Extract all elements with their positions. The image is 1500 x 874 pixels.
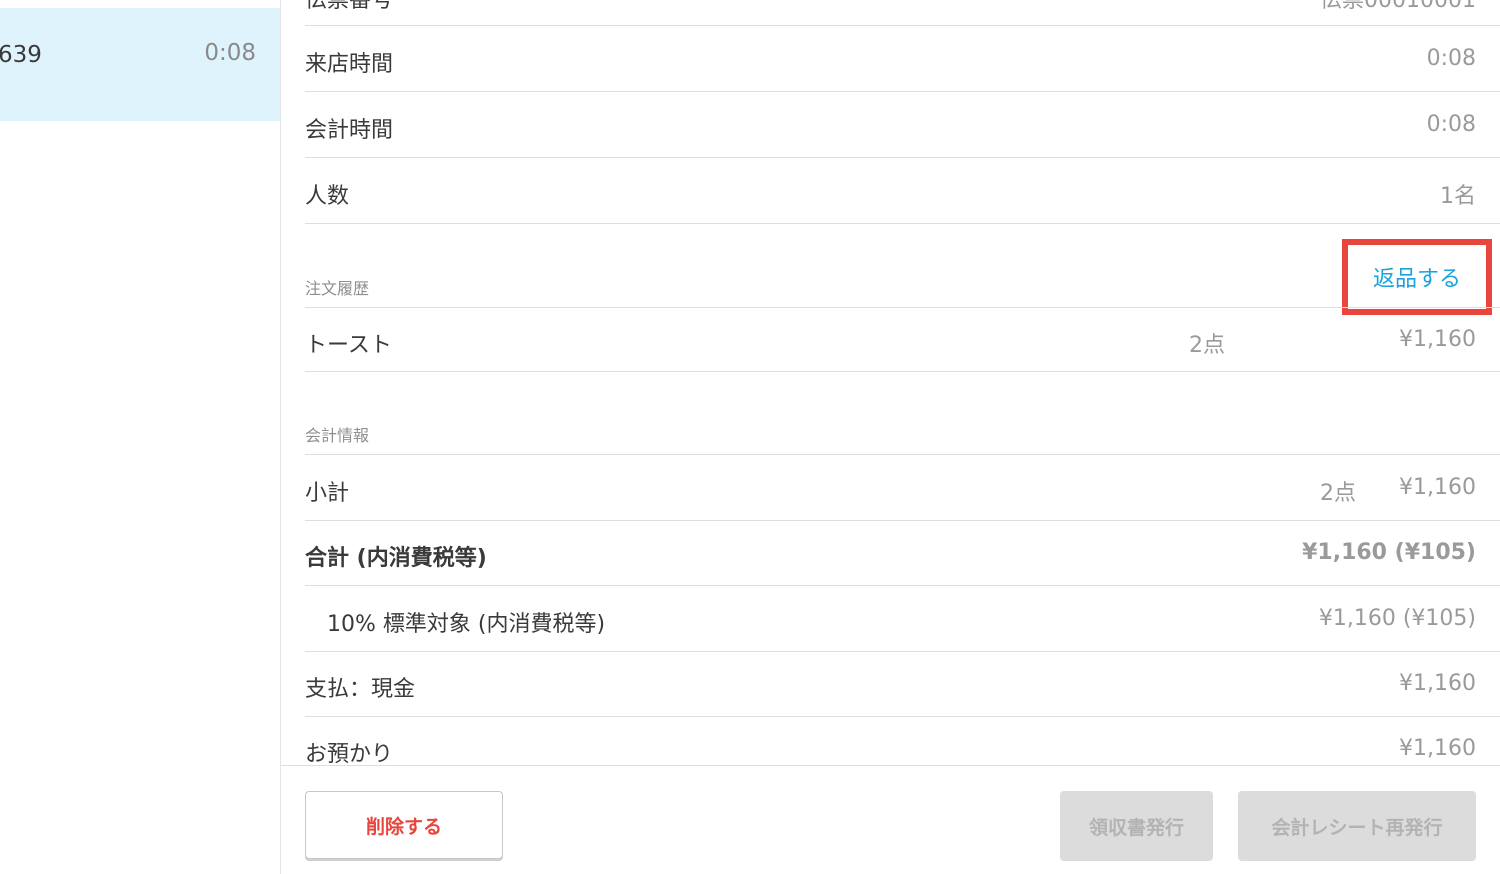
return-button[interactable]: 返品する <box>1348 245 1486 309</box>
checkout-time-label: 会計時間 <box>305 118 394 143</box>
return-button-highlight: 返品する <box>1342 239 1492 315</box>
slip-number-label: 伝票番号 <box>305 0 394 13</box>
slip-number-value: 伝票00010001 <box>1320 0 1476 13</box>
action-bar: 削除する 領収書発行 会計レシート再発行 <box>281 765 1500 874</box>
payment-value: ¥1,160 <box>1399 671 1476 696</box>
guest-count-row: 人数 1名 <box>305 158 1500 224</box>
transaction-detail: 伝票番号 伝票00010001 来店時間 0:08 会計時間 0:08 人数 1… <box>281 0 1500 874</box>
total-value: ¥1,160 (¥105) <box>1302 540 1476 565</box>
tax10-value: ¥1,160 (¥105) <box>1318 606 1476 631</box>
tax10-label: 10% 標準対象 (内消費税等) <box>327 612 606 637</box>
transaction-time: 0:08 <box>204 40 256 66</box>
guest-count-value: 1名 <box>1440 184 1476 209</box>
total-row: 合計 (内消費税等) ¥1,160 (¥105) <box>305 520 1500 586</box>
order-item-price: ¥1,160 <box>1399 327 1476 352</box>
app: 639 0:08 伝票番号 伝票00010001 来店時間 0:08 会計時間 … <box>0 0 1500 874</box>
subtotal-qty: 2点 <box>1320 481 1356 506</box>
order-history-title: 注文履歴 <box>305 279 370 298</box>
deposit-value: ¥1,160 <box>1399 736 1476 761</box>
total-label: 合計 (内消費税等) <box>305 546 487 571</box>
checkout-time-value: 0:08 <box>1426 112 1476 137</box>
transaction-list: 639 0:08 <box>0 0 281 874</box>
transaction-list-item-selected[interactable]: 639 0:08 <box>0 8 280 121</box>
order-item-qty: 2点 <box>1189 333 1225 358</box>
issue-receipt-button[interactable]: 領収書発行 <box>1060 791 1213 861</box>
guest-count-label: 人数 <box>305 184 350 209</box>
accounting-title: 会計情報 <box>305 426 370 445</box>
subtotal-label: 小計 <box>305 481 350 506</box>
checkout-time-row: 会計時間 0:08 <box>305 92 1500 158</box>
arrival-time-label: 来店時間 <box>305 52 394 77</box>
payment-label: 支払：現金 <box>305 677 416 702</box>
order-item-name: トースト <box>305 333 392 358</box>
slip-number-row: 伝票番号 伝票00010001 <box>305 0 1500 26</box>
tax10-row: 10% 標準対象 (内消費税等) ¥1,160 (¥105) <box>305 586 1500 652</box>
transaction-id: 639 <box>0 42 42 68</box>
deposit-label: お預かり <box>305 742 394 767</box>
arrival-time-value: 0:08 <box>1426 46 1476 71</box>
order-item-row[interactable]: トースト 2点 ¥1,160 <box>305 307 1500 372</box>
payment-row: 支払：現金 ¥1,160 <box>305 652 1500 717</box>
delete-button[interactable]: 削除する <box>305 791 503 859</box>
arrival-time-row: 来店時間 0:08 <box>305 26 1500 92</box>
subtotal-row: 小計 2点 ¥1,160 <box>305 454 1500 521</box>
subtotal-value: ¥1,160 <box>1399 475 1476 500</box>
reissue-receipt-button[interactable]: 会計レシート再発行 <box>1238 791 1476 861</box>
